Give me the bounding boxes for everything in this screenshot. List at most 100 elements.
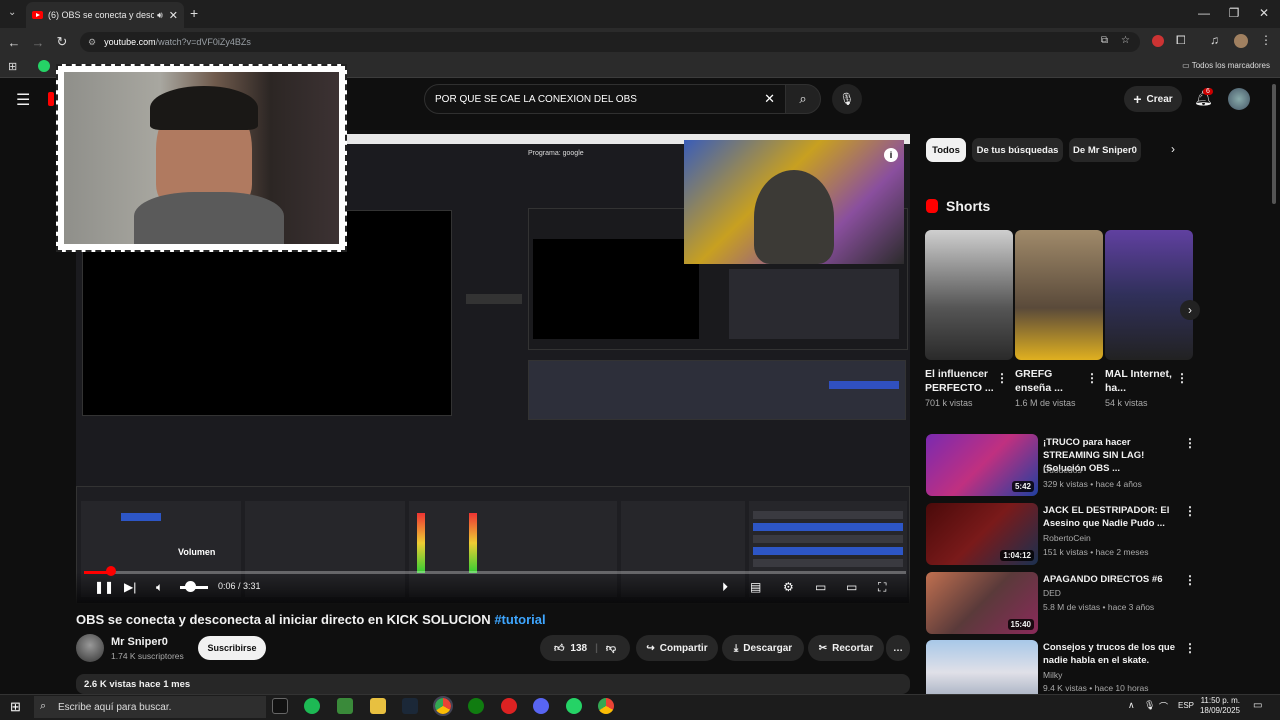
shorts-next-icon[interactable]: › [1180, 300, 1200, 320]
microphone-tray-icon[interactable]: 🎙︎ [1144, 700, 1155, 711]
short-title[interactable]: MAL Internet, ha... [1105, 367, 1181, 395]
video-hashtag[interactable]: #tutorial [494, 612, 545, 627]
share-button[interactable]: ↪ Compartir [636, 635, 718, 661]
clip-button[interactable]: ✂ Recortar [808, 635, 884, 661]
video-menu-icon[interactable]: ⋮ [1184, 504, 1196, 518]
steam-icon[interactable] [402, 698, 418, 714]
extensions-puzzle-icon[interactable]: ⧠ [1176, 33, 1186, 48]
input-language[interactable]: ESP [1178, 701, 1194, 710]
description-box[interactable]: 2.6 K vistas hace 1 mes [76, 674, 910, 694]
short-menu-icon[interactable]: ⋮ [996, 371, 1008, 385]
network-icon[interactable]: ⌒ [1159, 700, 1168, 713]
progress-bar[interactable] [84, 571, 906, 574]
close-window-button[interactable]: ✕ [1254, 6, 1274, 20]
page-scrollbar[interactable] [1272, 84, 1276, 204]
video-title[interactable]: APAGANDO DIRECTOS #6 [1043, 573, 1183, 586]
like-icon[interactable]: 👍︎ [554, 642, 564, 654]
dislike-icon[interactable]: 👎︎ [606, 642, 616, 654]
voice-search-button[interactable]: 🎙︎ [832, 84, 862, 114]
chip-from-searches[interactable]: De tus búsquedas [972, 138, 1063, 162]
windows-start-icon[interactable]: ⊞ [10, 699, 21, 715]
whatsapp-icon[interactable] [566, 698, 582, 714]
site-info-icon[interactable]: ⚙ [88, 37, 96, 48]
minecraft-icon[interactable] [337, 698, 353, 714]
video-channel[interactable]: Milky [1043, 670, 1062, 680]
all-bookmarks[interactable]: ▭ Todos los marcadores [1182, 61, 1270, 70]
scrubber-handle[interactable] [106, 566, 116, 576]
chrome-icon[interactable] [598, 698, 614, 714]
spotify-icon[interactable] [304, 698, 320, 714]
youtube-logo[interactable] [48, 92, 54, 106]
video-menu-icon[interactable]: ⋮ [1184, 641, 1196, 655]
hamburger-menu-icon[interactable]: ☰ [16, 90, 30, 110]
maximize-button[interactable]: ❐ [1224, 6, 1244, 20]
short-menu-icon[interactable]: ⋮ [1176, 371, 1188, 385]
browser-tab[interactable]: (6) OBS se conecta y desco 🔊︎ ✕ [26, 2, 184, 28]
download-button[interactable]: ⤓ Descargar [722, 635, 804, 661]
short-title[interactable]: GREFG enseña ... [1015, 367, 1091, 395]
like-count[interactable]: 138 [570, 643, 587, 654]
short-thumbnail[interactable] [1105, 230, 1193, 360]
autoplay-toggle-icon[interactable]: ⏵ [722, 580, 728, 595]
address-bar[interactable]: ⚙ youtube.com /watch?v=dVF0iZy4BZs ⧉ ☆ [80, 32, 1140, 52]
app-icon[interactable] [501, 698, 517, 714]
discord-icon[interactable] [533, 698, 549, 714]
short-title[interactable]: El influencer PERFECTO ... [925, 367, 1001, 395]
menu-kebab-icon[interactable]: ⋮ [1260, 33, 1272, 47]
short-menu-icon[interactable]: ⋮ [1086, 371, 1098, 385]
system-clock[interactable]: 11:50 p. m. 18/09/2025 [1198, 696, 1240, 716]
video-title[interactable]: Consejos y trucos de los que nadie habla… [1043, 641, 1183, 667]
forward-icon[interactable]: → [26, 35, 50, 50]
chips-next-icon[interactable]: › [1171, 142, 1175, 156]
pause-icon[interactable]: ❚❚ [94, 580, 114, 594]
media-control-icon[interactable]: ♫ [1210, 33, 1219, 47]
video-menu-icon[interactable]: ⋮ [1184, 436, 1196, 450]
volume-handle[interactable] [185, 581, 196, 592]
subtitles-icon[interactable]: ▤ [750, 580, 761, 594]
fullscreen-icon[interactable]: ⛶ [878, 580, 886, 595]
tab-search-icon[interactable]: ⌄ [8, 7, 16, 18]
short-thumbnail[interactable] [1015, 230, 1103, 360]
back-icon[interactable]: ← [2, 35, 26, 50]
video-channel[interactable]: RobertoCein [1043, 533, 1091, 543]
install-icon[interactable]: ⧉ [1101, 35, 1108, 46]
extension-icon[interactable] [1152, 35, 1164, 47]
subscribe-button[interactable]: Suscribirse [198, 636, 266, 660]
volume-icon[interactable]: 🔈︎ [156, 580, 163, 595]
settings-gear-icon[interactable]: ⚙ [783, 580, 794, 594]
channel-avatar[interactable] [76, 634, 104, 662]
reload-icon[interactable]: ↻ [50, 34, 74, 50]
tray-expand-icon[interactable]: ∧ [1128, 700, 1135, 711]
info-icon[interactable]: i [884, 148, 898, 162]
search-button[interactable]: ⌕ [785, 84, 821, 114]
speaker-icon[interactable]: 🔊︎ [157, 10, 163, 21]
epic-games-icon[interactable] [272, 698, 288, 714]
video-menu-icon[interactable]: ⋮ [1184, 573, 1196, 587]
file-explorer-icon[interactable] [370, 698, 386, 714]
profile-avatar[interactable] [1234, 34, 1248, 48]
xbox-icon[interactable] [468, 698, 484, 714]
next-icon[interactable]: ▶| [124, 580, 136, 594]
close-tab-icon[interactable]: ✕ [169, 9, 178, 22]
chrome-icon[interactable] [433, 696, 453, 716]
theater-mode-icon[interactable]: ▭ [846, 580, 857, 594]
bookmark-star-icon[interactable]: ☆ [1121, 35, 1130, 46]
miniplayer-icon[interactable]: ▭ [815, 580, 826, 594]
whatsapp-bookmark-icon[interactable] [38, 60, 50, 72]
chip-all[interactable]: Todos [926, 138, 966, 162]
new-tab-button[interactable]: + [190, 5, 198, 21]
video-thumbnail[interactable]: 5:42 [926, 434, 1038, 496]
video-thumbnail[interactable]: 15:40 [926, 572, 1038, 634]
video-channel[interactable]: DED [1043, 588, 1061, 598]
account-avatar[interactable] [1228, 88, 1250, 110]
chip-from-channel[interactable]: De Mr Sniper0 [1069, 138, 1141, 162]
search-input[interactable]: POR QUE SE CAE LA CONEXION DEL OBS ✕ [424, 84, 786, 114]
taskbar-search[interactable]: ⌕ Escribe aquí para buscar. [34, 696, 266, 718]
video-channel[interactable]: Duodedos [1043, 465, 1082, 475]
minimize-button[interactable]: — [1194, 6, 1214, 20]
apps-grid-icon[interactable]: ⊞ [8, 60, 17, 73]
video-title[interactable]: JACK EL DESTRIPADOR: El Asesino que Nadi… [1043, 504, 1183, 530]
video-thumbnail[interactable] [926, 640, 1038, 694]
video-thumbnail[interactable]: 1:04:12 [926, 503, 1038, 565]
notification-center-icon[interactable]: ▭ [1253, 700, 1262, 711]
